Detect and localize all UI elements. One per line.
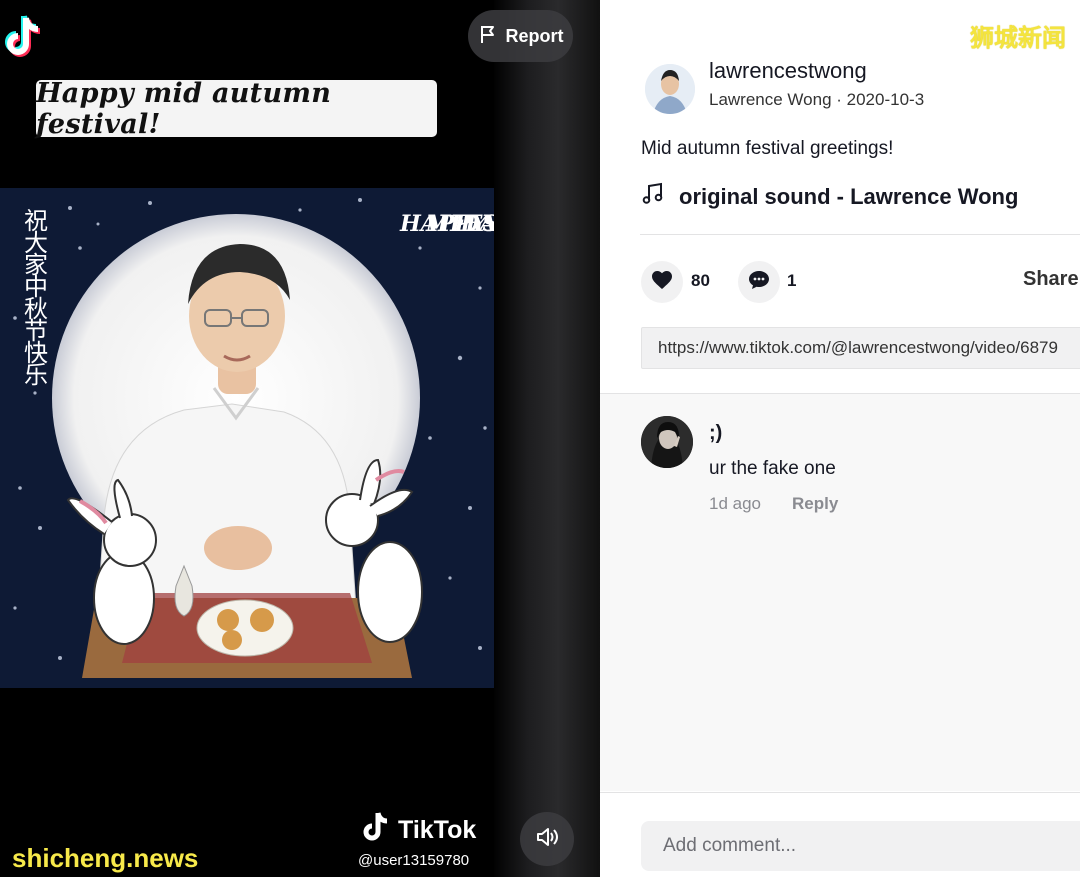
comment-button[interactable] bbox=[738, 261, 780, 303]
tiktok-watermark-icon bbox=[362, 810, 392, 851]
speaker-icon bbox=[535, 825, 559, 854]
reply-button[interactable]: Reply bbox=[792, 494, 838, 514]
video-description: Mid autumn festival greetings! bbox=[641, 138, 894, 159]
commenter-username[interactable]: ;) bbox=[709, 422, 722, 445]
comment-text: ur the fake one bbox=[709, 458, 836, 479]
volume-button[interactable] bbox=[520, 812, 574, 866]
watermark-username: @user13159780 bbox=[358, 852, 470, 869]
chinese-greeting-text: 祝大家 中秋节快乐 bbox=[24, 207, 48, 389]
comment-timestamp: 1d ago bbox=[709, 494, 761, 513]
flag-icon bbox=[478, 24, 498, 49]
author-avatar[interactable] bbox=[645, 64, 695, 114]
author-username[interactable]: lawrencestwong bbox=[709, 58, 867, 84]
comment-input[interactable] bbox=[641, 821, 1080, 871]
overlay-midautumn-text: MIDAUTUMN bbox=[426, 211, 494, 237]
news-logo: 狮城新闻 bbox=[970, 25, 1066, 52]
tiktok-watermark: TikTok bbox=[362, 810, 476, 851]
comments-list: ;) ur the fake one 1d ago Reply bbox=[600, 393, 1080, 791]
like-count: 80 bbox=[691, 271, 710, 290]
video-pane: Report Happy mid autumn festival! 祝大家 中秋… bbox=[0, 0, 600, 877]
music-link[interactable]: original sound - Lawrence Wong bbox=[641, 182, 1018, 212]
divider bbox=[640, 234, 1080, 235]
like-button[interactable] bbox=[641, 261, 683, 303]
commenter-avatar[interactable] bbox=[641, 416, 693, 468]
overlay-happy-text: HAPPY bbox=[400, 211, 487, 237]
music-note-icon bbox=[641, 182, 665, 212]
report-label: Report bbox=[505, 25, 564, 46]
site-watermark: shicheng.news bbox=[12, 843, 199, 873]
video-player[interactable]: Report Happy mid autumn festival! 祝大家 中秋… bbox=[0, 0, 573, 877]
video-artwork: 祝大家 中秋节快乐 HAPPY MIDAUTUMN FESTIVAL bbox=[0, 188, 494, 688]
tiktok-logo-icon[interactable] bbox=[4, 14, 46, 60]
share-link-field[interactable]: https://www.tiktok.com/@lawrencestwong/v… bbox=[641, 327, 1080, 369]
info-pane: 狮城新闻 lawrencestwong Lawrence Wong · 2020… bbox=[600, 0, 1080, 877]
overlay-festival-text: FESTIVAL bbox=[450, 211, 494, 237]
author-meta: Lawrence Wong · 2020-10-3 bbox=[709, 90, 925, 109]
comment-bubble-icon bbox=[748, 270, 770, 295]
comment-count: 1 bbox=[787, 271, 797, 290]
tiktok-watermark-brand: TikTok bbox=[398, 816, 477, 844]
comment-input-bar bbox=[600, 792, 1080, 877]
music-title: original sound - Lawrence Wong bbox=[679, 184, 1019, 209]
heart-icon bbox=[651, 270, 673, 295]
share-label[interactable]: Share bbox=[1023, 268, 1079, 291]
report-button[interactable]: Report bbox=[468, 10, 573, 62]
video-caption-banner: Happy mid autumn festival! bbox=[36, 78, 437, 140]
